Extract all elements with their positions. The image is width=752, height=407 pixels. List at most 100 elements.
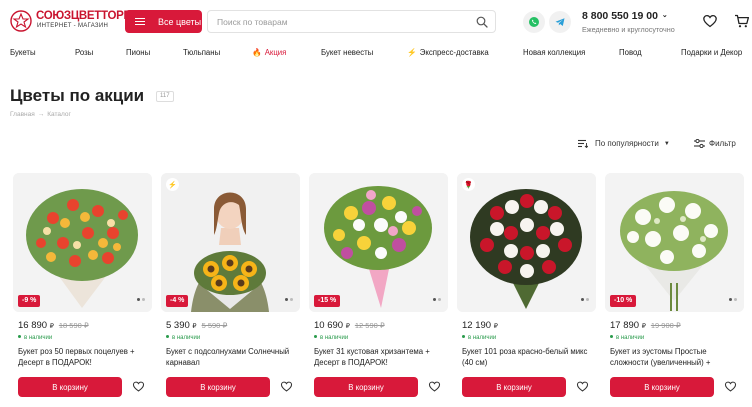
add-to-cart-button[interactable]: В корзину xyxy=(610,377,714,397)
nav-item-label: Подарки и Декор xyxy=(681,48,743,57)
filter-button[interactable]: Фильтр xyxy=(694,139,736,148)
stock-label: в наличии xyxy=(172,335,201,341)
stock-label: в наличии xyxy=(320,335,349,341)
all-flowers-label: Все цветы xyxy=(158,16,202,27)
phone-number[interactable]: 8 800 550 19 00 ⌄ xyxy=(582,10,668,22)
lightning-icon: ⚡ xyxy=(407,48,417,57)
product-image[interactable]: ⚡ -4 % xyxy=(161,173,300,312)
product-image[interactable]: -9 % xyxy=(13,173,152,312)
stock-status: в наличии xyxy=(18,335,52,341)
site-logo[interactable]: СОЮЗЦВЕТТОРГ ИНТЕРНЕТ - МАГАЗИН xyxy=(10,9,130,35)
heart-icon[interactable] xyxy=(702,13,718,29)
nav-item-occasion[interactable]: Повод xyxy=(619,48,642,57)
category-nav: Букеты Розы Пионы Тюльпаны 🔥 Акция Букет … xyxy=(0,42,752,64)
menu-icon xyxy=(135,17,145,26)
nav-item-label: Акция xyxy=(264,48,287,57)
breadcrumb-catalog[interactable]: Каталог xyxy=(47,111,71,118)
old-price-value: 19 900 xyxy=(650,321,674,330)
nav-item-peonies[interactable]: Пионы xyxy=(126,48,150,57)
heart-icon[interactable] xyxy=(280,380,293,393)
phone-text: 8 800 550 19 00 xyxy=(582,10,658,22)
breadcrumb-separator: → xyxy=(37,111,45,118)
old-price: 5 590 ₽ xyxy=(202,321,228,330)
discount-badge: -10 % xyxy=(610,295,637,307)
search-box xyxy=(207,10,496,33)
image-carousel-dots[interactable] xyxy=(433,298,441,301)
nav-item-tulips[interactable]: Тюльпаны xyxy=(183,48,220,57)
nav-item-label: Розы xyxy=(75,48,94,57)
stock-status: в наличии xyxy=(462,335,496,341)
nav-item-new-collection[interactable]: Новая коллекция xyxy=(523,48,585,57)
price-value: 10 690 xyxy=(314,320,344,331)
nav-item-promo[interactable]: 🔥 Акция xyxy=(252,48,286,57)
heart-icon[interactable] xyxy=(132,380,145,393)
product-card[interactable]: -9 % 16 890 ₽18 590 ₽ в наличии Букет ро… xyxy=(13,173,152,407)
add-to-cart-button[interactable]: В корзину xyxy=(18,377,122,397)
old-price-currency: ₽ xyxy=(222,321,228,330)
search-input[interactable] xyxy=(217,14,467,29)
product-image[interactable]: 🌹 xyxy=(457,173,596,312)
nav-item-label: Букет невесты xyxy=(321,48,374,57)
nav-item-label: Экспресс-доставка xyxy=(419,48,489,57)
nav-item-express[interactable]: ⚡ Экспресс-доставка xyxy=(407,48,489,57)
old-price-value: 12 590 xyxy=(354,321,378,330)
old-price: 19 900 ₽ xyxy=(651,321,681,330)
image-carousel-dots[interactable] xyxy=(285,298,293,301)
product-name[interactable]: Букет с подсолнухами Солнечный карнавал xyxy=(166,347,299,368)
heart-icon[interactable] xyxy=(428,380,441,393)
image-carousel-dots[interactable] xyxy=(137,298,145,301)
chrysanthemum-bouquet-image xyxy=(309,173,448,312)
nav-item-label: Повод xyxy=(619,48,642,57)
whatsapp-button[interactable] xyxy=(523,11,545,33)
logo-name: СОЮЗЦВЕТТОРГ xyxy=(36,10,130,22)
product-image[interactable]: -10 % xyxy=(605,173,744,312)
old-price-currency: ₽ xyxy=(83,321,89,330)
product-card[interactable]: -10 % 17 890 ₽19 900 ₽ в наличии Букет и… xyxy=(605,173,744,407)
image-carousel-dots[interactable] xyxy=(581,298,589,301)
price-currency: ₽ xyxy=(192,323,197,330)
nav-item-bridal[interactable]: Букет невесты xyxy=(321,48,373,57)
product-count-badge: 117 xyxy=(156,91,174,102)
red-white-roses-image xyxy=(457,173,596,312)
nav-item-bouquets[interactable]: Букеты xyxy=(10,48,36,57)
product-price: 10 690 ₽12 590 ₽ xyxy=(314,320,385,331)
sort-icon xyxy=(578,139,588,148)
product-price: 5 390 ₽5 590 ₽ xyxy=(166,320,227,331)
telegram-button[interactable] xyxy=(549,11,571,33)
price-currency: ₽ xyxy=(345,323,350,330)
price-currency: ₽ xyxy=(49,323,54,330)
product-name[interactable]: Букет 101 роза красно-белый микс (40 см) xyxy=(462,347,595,368)
nav-item-roses[interactable]: Розы xyxy=(75,48,93,57)
add-to-cart-button[interactable]: В корзину xyxy=(166,377,270,397)
site-header: СОЮЗЦВЕТТОРГ ИНТЕРНЕТ - МАГАЗИН Все цвет… xyxy=(0,0,752,42)
product-card[interactable]: ⚡ -4 % 5 390 ₽5 590 ₽ в наличии Букет с … xyxy=(161,173,300,407)
express-delivery-icon: ⚡ xyxy=(166,178,179,191)
page-title: Цветы по акции xyxy=(10,86,145,105)
rose-icon: 🌹 xyxy=(462,178,475,191)
add-to-cart-button[interactable]: В корзину xyxy=(314,377,418,397)
add-to-cart-button[interactable]: В корзину xyxy=(462,377,566,397)
stock-label: в наличии xyxy=(24,335,53,341)
nav-item-gifts[interactable]: Подарки и Декор xyxy=(681,48,742,57)
product-name[interactable]: Букет 31 кустовая хризантема + Десерт в … xyxy=(314,347,447,368)
product-name[interactable]: Букет роз 50 первых поцелуев + Десерт в … xyxy=(18,347,151,368)
product-card[interactable]: -15 % 10 690 ₽12 590 ₽ в наличии Букет 3… xyxy=(309,173,448,407)
heart-icon[interactable] xyxy=(576,380,589,393)
nav-item-label: Новая коллекция xyxy=(523,48,586,57)
image-carousel-dots[interactable] xyxy=(729,298,737,301)
product-card[interactable]: 🌹 12 190 ₽ в наличии Букет 101 роза крас… xyxy=(457,173,596,407)
chevron-down-icon: ▼ xyxy=(663,140,670,147)
product-image[interactable]: -15 % xyxy=(309,173,448,312)
product-name[interactable]: Букет из эустомы Простые сложности (увел… xyxy=(610,347,743,368)
sort-dropdown[interactable]: По популярности ▼ xyxy=(578,139,670,148)
search-icon[interactable] xyxy=(476,16,488,28)
breadcrumb-home[interactable]: Главная xyxy=(10,111,35,118)
price-value: 5 390 xyxy=(166,320,190,331)
cart-icon[interactable] xyxy=(734,13,750,29)
phone-hours: Ежедневно и круглосуточно xyxy=(582,25,675,34)
filter-icon xyxy=(694,139,705,148)
all-flowers-button[interactable]: Все цветы xyxy=(125,10,202,33)
heart-icon[interactable] xyxy=(724,380,737,393)
stock-label: в наличии xyxy=(468,335,497,341)
product-price: 16 890 ₽18 590 ₽ xyxy=(18,320,89,331)
